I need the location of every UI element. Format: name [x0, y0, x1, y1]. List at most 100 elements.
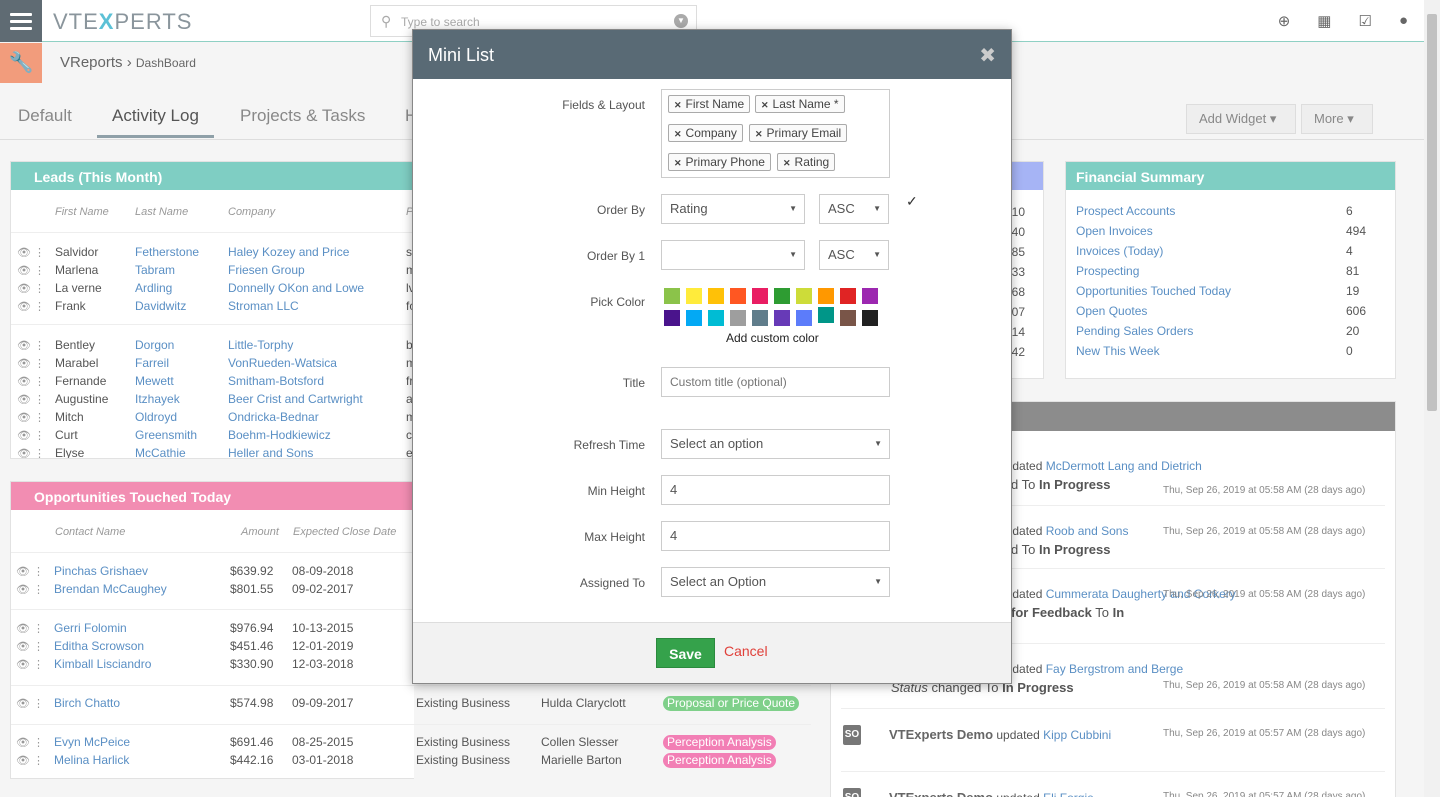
row-actions-icon[interactable]: 👁 ⋮: [16, 736, 44, 749]
min-height-input[interactable]: 4: [661, 475, 890, 505]
activity-record-link[interactable]: Roob and Sons: [1046, 524, 1129, 538]
assigned-to-select[interactable]: Select an Option ▼: [661, 567, 890, 597]
max-height-input[interactable]: 4: [661, 521, 890, 551]
color-swatch[interactable]: [862, 310, 878, 326]
color-swatch[interactable]: [708, 288, 724, 304]
row-actions-icon[interactable]: 👁 ⋮: [17, 282, 45, 295]
breadcrumb-module[interactable]: VReports: [60, 54, 123, 71]
chevron-down-icon[interactable]: ▼: [674, 14, 688, 28]
lead-last-name-link[interactable]: Fetherstone: [135, 245, 199, 259]
color-swatch[interactable]: [862, 288, 878, 304]
order-direction-1-select[interactable]: ASC ▼: [819, 240, 889, 270]
row-actions-icon[interactable]: 👁 ⋮: [17, 357, 45, 370]
color-swatch[interactable]: [840, 310, 856, 326]
order-by-select[interactable]: Rating ▼: [661, 194, 805, 224]
fields-layout-select[interactable]: ✕ First Name ✕ Last Name * ✕ Company ✕ Primary …: [661, 89, 890, 178]
opp-contact-link[interactable]: Evyn McPeice: [54, 735, 130, 749]
lead-company-link[interactable]: Donnelly OKon and Lowe: [228, 281, 364, 295]
row-actions-icon[interactable]: 👁 ⋮: [16, 583, 44, 596]
financial-item-link[interactable]: Prospecting: [1076, 264, 1139, 278]
col-company[interactable]: Company: [228, 206, 275, 218]
financial-item-link[interactable]: Open Invoices: [1076, 224, 1153, 238]
financial-item-link[interactable]: Invoices (Today): [1076, 244, 1163, 258]
lead-last-name-link[interactable]: Davidwitz: [135, 299, 186, 313]
lead-company-link[interactable]: Beer Crist and Cartwright: [228, 392, 363, 406]
order-direction-select[interactable]: ASC ▼: [819, 194, 889, 224]
field-tag[interactable]: ✕ Company: [668, 124, 743, 142]
opp-contact-link[interactable]: Brendan McCaughey: [54, 582, 167, 596]
financial-item-link[interactable]: Opportunities Touched Today: [1076, 284, 1231, 298]
lead-company-link[interactable]: Heller and Sons: [228, 446, 313, 458]
row-actions-icon[interactable]: 👁 ⋮: [16, 622, 44, 635]
lead-last-name-link[interactable]: Mewett: [135, 374, 174, 388]
remove-tag-icon[interactable]: ✕: [761, 100, 769, 110]
user-icon[interactable]: ●: [1399, 12, 1408, 30]
row-actions-icon[interactable]: 👁 ⋮: [17, 246, 45, 259]
color-swatch[interactable]: [818, 307, 834, 323]
opp-contact-link[interactable]: Editha Scrowson: [54, 639, 144, 653]
remove-tag-icon[interactable]: ✕: [674, 158, 682, 168]
row-actions-icon[interactable]: 👁 ⋮: [17, 447, 45, 458]
lead-company-link[interactable]: Ondricka-Bednar: [228, 410, 319, 424]
opp-contact-link[interactable]: Gerri Folomin: [54, 621, 127, 635]
field-tag[interactable]: ✕ Primary Phone: [668, 153, 771, 171]
lead-company-link[interactable]: Little-Torphy: [228, 338, 293, 352]
lead-last-name-link[interactable]: Dorgon: [135, 338, 174, 352]
lead-last-name-link[interactable]: Ardling: [135, 281, 172, 295]
tab-projects-tasks[interactable]: Projects & Tasks: [240, 106, 365, 126]
color-swatch[interactable]: [730, 288, 746, 304]
lead-company-link[interactable]: Haley Kozey and Price: [228, 245, 349, 259]
lead-last-name-link[interactable]: Tabram: [135, 263, 175, 277]
col-first-name[interactable]: First Name: [55, 206, 109, 218]
cancel-button[interactable]: Cancel: [724, 643, 768, 659]
logo[interactable]: VTEXPERTS: [53, 9, 192, 35]
color-swatch[interactable]: [686, 310, 702, 326]
lead-last-name-link[interactable]: McCathie: [135, 446, 186, 458]
financial-item-link[interactable]: Pending Sales Orders: [1076, 324, 1193, 338]
refresh-time-select[interactable]: Select an option ▼: [661, 429, 890, 459]
financial-item-link[interactable]: New This Week: [1076, 344, 1160, 358]
opp-contact-link[interactable]: Birch Chatto: [54, 696, 120, 710]
lead-last-name-link[interactable]: Itzhayek: [135, 392, 180, 406]
color-swatch[interactable]: [664, 310, 680, 326]
color-swatch[interactable]: [686, 288, 702, 304]
row-actions-icon[interactable]: 👁 ⋮: [17, 411, 45, 424]
activity-record-link[interactable]: Eli Forgie: [1043, 791, 1094, 797]
col-expected-close[interactable]: Expected Close Date: [293, 526, 396, 538]
plus-circle-icon[interactable]: ⊕: [1278, 12, 1291, 30]
activity-record-link[interactable]: Kipp Cubbini: [1043, 728, 1111, 742]
row-actions-icon[interactable]: 👁 ⋮: [16, 697, 44, 710]
activity-record-link[interactable]: Fay Bergstrom and Berge: [1046, 662, 1183, 676]
opp-contact-link[interactable]: Kimball Lisciandro: [54, 657, 151, 671]
row-actions-icon[interactable]: 👁 ⋮: [17, 375, 45, 388]
tab-activity-log[interactable]: Activity Log: [97, 106, 214, 138]
remove-tag-icon[interactable]: ✕: [674, 129, 682, 139]
page-scrollbar[interactable]: [1424, 0, 1440, 797]
opp-contact-link[interactable]: Pinchas Grishaev: [54, 564, 148, 578]
row-actions-icon[interactable]: 👁 ⋮: [17, 300, 45, 313]
color-swatch[interactable]: [796, 310, 812, 326]
add-widget-button[interactable]: Add Widget ▾: [1186, 104, 1296, 134]
color-swatch[interactable]: [818, 288, 834, 304]
tab-default[interactable]: Default: [18, 106, 72, 126]
field-tag[interactable]: ✕ Primary Email: [749, 124, 848, 142]
lead-last-name-link[interactable]: Greensmith: [135, 428, 197, 442]
lead-company-link[interactable]: Boehm-Hodkiewicz: [228, 428, 331, 442]
close-icon[interactable]: ✖: [979, 43, 996, 68]
remove-tag-icon[interactable]: ✕: [783, 158, 791, 168]
title-input[interactable]: [661, 367, 890, 397]
row-actions-icon[interactable]: 👁 ⋮: [16, 754, 44, 767]
col-contact-name[interactable]: Contact Name: [55, 526, 125, 538]
row-actions-icon[interactable]: 👁 ⋮: [16, 658, 44, 671]
check-icon[interactable]: ✓: [906, 193, 918, 210]
color-swatch[interactable]: [840, 288, 856, 304]
menu-icon[interactable]: [0, 0, 42, 42]
lead-company-link[interactable]: Stroman LLC: [228, 299, 299, 313]
row-actions-icon[interactable]: 👁 ⋮: [17, 339, 45, 352]
add-custom-color-link[interactable]: Add custom color: [726, 331, 819, 345]
save-button[interactable]: Save: [656, 638, 715, 668]
checkbox-icon[interactable]: ☑: [1358, 12, 1371, 30]
lead-company-link[interactable]: VonRueden-Watsica: [228, 356, 337, 370]
color-swatch[interactable]: [752, 310, 768, 326]
col-amount[interactable]: Amount: [241, 526, 279, 538]
